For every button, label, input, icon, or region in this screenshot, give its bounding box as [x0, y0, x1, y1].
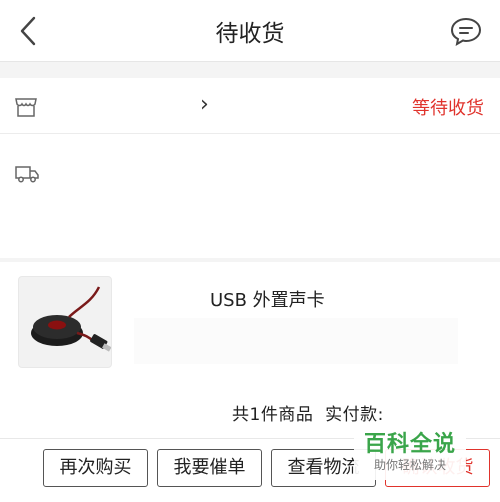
store-icon [15, 98, 37, 117]
truck-icon [15, 166, 39, 183]
watermark: 百科全说 助你轻松解决 [354, 424, 466, 480]
order-status: 等待收货 [412, 98, 484, 119]
buy-again-button[interactable]: 再次购买 [43, 449, 148, 487]
product-card[interactable]: USB 外置声卡 [0, 262, 500, 382]
page-title: 待收货 [215, 21, 285, 47]
usb-sound-card-image [31, 286, 111, 352]
watermark-title: 百科全说 [363, 432, 456, 457]
shop-chevron: › [200, 92, 209, 117]
navigation-header: 待收货 [0, 0, 500, 62]
product-detail-mask [134, 318, 458, 364]
product-image[interactable] [18, 276, 112, 368]
urge-order-button[interactable]: 我要催单 [157, 449, 262, 487]
logistics-row[interactable] [0, 134, 500, 258]
order-total-text: 共1件商品 实付款: [232, 405, 384, 425]
chat-bubble-icon[interactable] [448, 13, 484, 49]
product-name[interactable]: USB 外置声卡 [210, 286, 325, 312]
watermark-subtitle: 助你轻松解决 [373, 458, 446, 472]
shop-row[interactable]: › 等待收货 [0, 78, 500, 134]
